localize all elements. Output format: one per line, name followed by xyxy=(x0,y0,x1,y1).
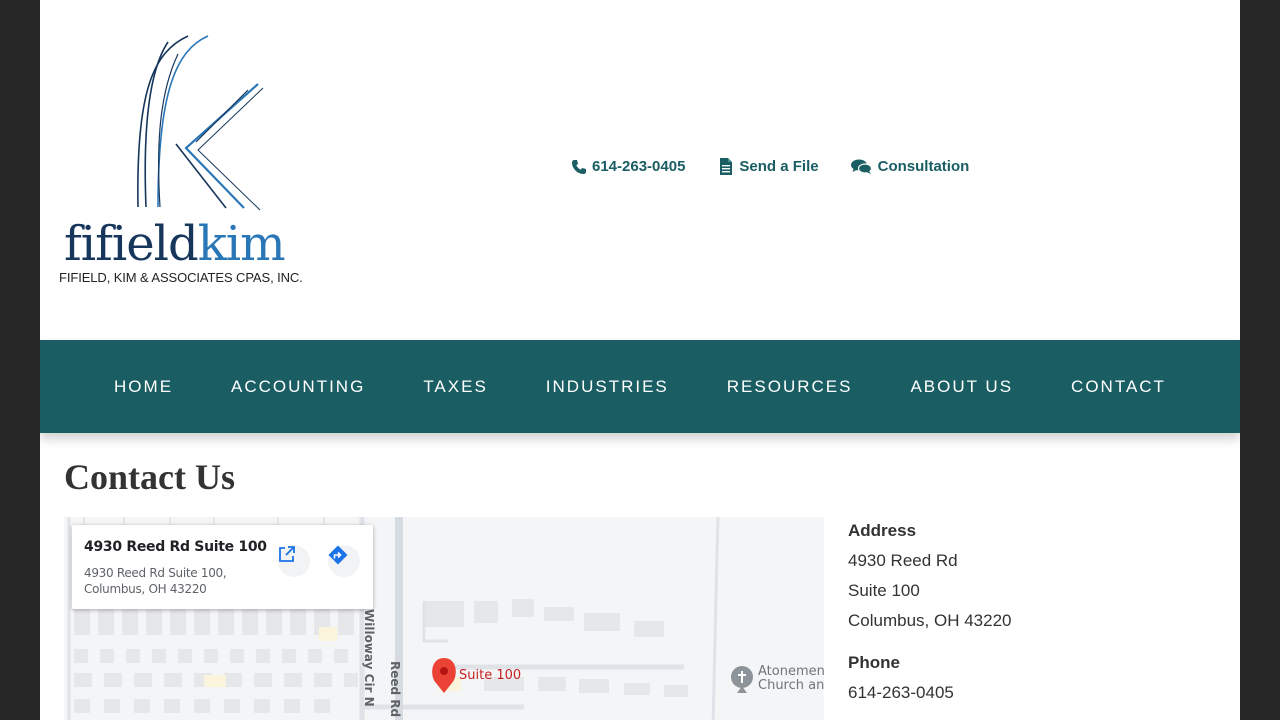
directions-button[interactable] xyxy=(328,545,360,577)
phone-number[interactable]: 614-263-0405 xyxy=(848,678,1208,708)
phone-link-label: 614-263-0405 xyxy=(592,158,686,175)
main-nav: HOME ACCOUNTING TAXES INDUSTRIES RESOURC… xyxy=(40,340,1240,433)
logo-tagline: FIFIELD, KIM & ASSOCIATES CPAS, INC. xyxy=(59,270,303,285)
map-card-address-line2: Columbus, OH 43220 xyxy=(84,582,207,596)
logo-wordmark: fifieldkim xyxy=(64,214,286,274)
contact-info: Address 4930 Reed Rd Suite 100 Columbus,… xyxy=(848,520,1208,708)
logo-mark-icon xyxy=(137,35,264,211)
nav-home[interactable]: HOME xyxy=(85,377,202,397)
map-poi-label: Atonement Church and xyxy=(758,665,824,693)
map-poi-line1: Atonement xyxy=(758,664,824,679)
consultation-link-label: Consultation xyxy=(877,158,970,175)
page: fifieldkim FIFIELD, KIM & ASSOCIATES CPA… xyxy=(40,0,1240,720)
map-place-card: 4930 Reed Rd Suite 100 4930 Reed Rd Suit… xyxy=(72,525,373,609)
page-title: Contact Us xyxy=(64,457,235,497)
map-card-title: 4930 Reed Rd Suite 100 xyxy=(84,539,267,555)
nav-industries[interactable]: INDUSTRIES xyxy=(517,377,698,397)
chat-icon xyxy=(851,158,873,175)
nav-resources[interactable]: RESOURCES xyxy=(698,377,882,397)
logo-word-part2: kim xyxy=(197,216,286,272)
send-file-link[interactable]: Send a File xyxy=(717,158,819,175)
file-icon xyxy=(717,158,734,175)
header-quick-links: 614-263-0405 Send a File Consultation xyxy=(570,158,969,175)
nav-taxes[interactable]: TAXES xyxy=(394,377,516,397)
phone-icon xyxy=(570,158,587,175)
map-pin-label: Suite 100 xyxy=(459,668,522,683)
map-street-reed: Reed Rd xyxy=(388,661,402,718)
consultation-link[interactable]: Consultation xyxy=(851,158,970,175)
address-line3: Columbus, OH 43220 xyxy=(848,611,1012,630)
map-card-address-line1: 4930 Reed Rd Suite 100, xyxy=(84,566,227,580)
company-logo[interactable]: fifieldkim FIFIELD, KIM & ASSOCIATES CPA… xyxy=(58,32,308,294)
open-in-maps-button[interactable] xyxy=(278,545,310,577)
address-heading: Address xyxy=(848,521,917,540)
address-line1: 4930 Reed Rd xyxy=(848,551,958,570)
send-file-link-label: Send a File xyxy=(739,158,819,175)
nav-contact[interactable]: CONTACT xyxy=(1042,377,1195,397)
phone-link[interactable]: 614-263-0405 xyxy=(570,158,685,175)
nav-about-us[interactable]: ABOUT US xyxy=(881,377,1042,397)
site-header: fifieldkim FIFIELD, KIM & ASSOCIATES CPA… xyxy=(40,0,1240,340)
logo-word-part1: fifield xyxy=(64,216,199,272)
map-poi-line2: Church and xyxy=(758,678,824,693)
phone-heading: Phone xyxy=(848,653,900,672)
nav-accounting[interactable]: ACCOUNTING xyxy=(202,377,394,397)
embedded-map[interactable]: Suite 100 Willoway Cir N Reed Rd Atoneme… xyxy=(64,517,824,720)
address-line2: Suite 100 xyxy=(848,581,920,600)
map-street-willoway: Willoway Cir N xyxy=(362,609,376,707)
